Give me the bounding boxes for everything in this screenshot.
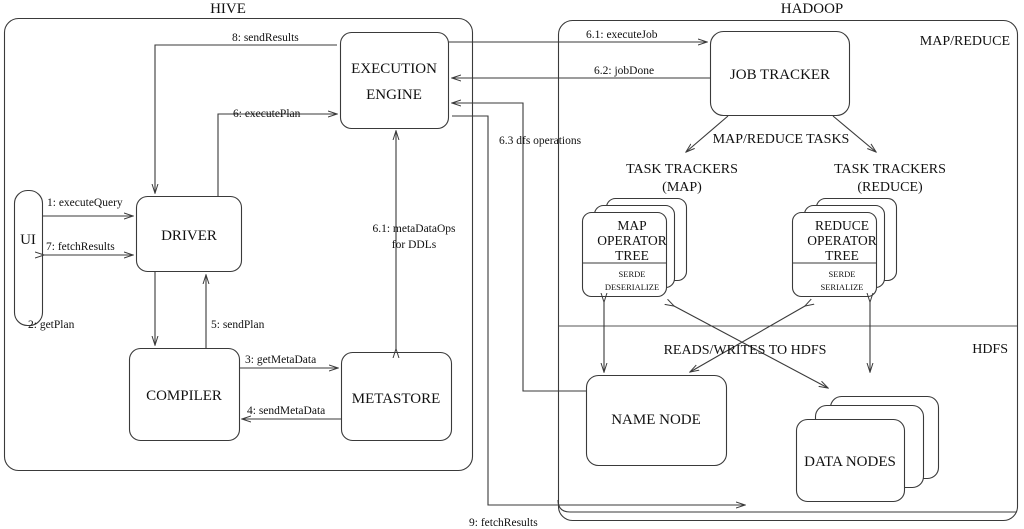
map-operator-tree-line2: OPERATOR (597, 233, 667, 248)
msg-fetch-results-hdfs: 9: fetchResults (469, 517, 538, 529)
hadoop-zone-label: HADOOP (781, 1, 844, 17)
msg-execute-query: 1: executeQuery (47, 197, 123, 209)
execution-engine-label-line2: ENGINE (366, 87, 422, 103)
mapreduce-zone-label: MAP/REDUCE (920, 34, 1010, 49)
msg-fetch-results: 7: fetchResults (46, 241, 115, 253)
reduce-operator-tree-line2: OPERATOR (807, 233, 877, 248)
diagram-canvas: HIVE HADOOP MAP/REDUCE HDFS UI DRIVER CO… (0, 0, 1024, 529)
task-trackers-map-label-line2: (MAP) (662, 180, 702, 195)
driver-label: DRIVER (161, 228, 217, 244)
msg-map-reduce-tasks: MAP/REDUCE TASKS (713, 132, 850, 147)
task-trackers-map-label-line1: TASK TRACKERS (626, 162, 738, 177)
msg-metadata-ops-line2: for DDLs (392, 239, 437, 251)
execution-engine-label-line1: EXECUTION (351, 61, 437, 77)
task-trackers-reduce-label-line1: TASK TRACKERS (834, 162, 946, 177)
metastore-label: METASTORE (352, 391, 441, 407)
msg-dfs-operations: 6.3 dfs operations (499, 135, 582, 147)
msg-get-plan: 2: getPlan (28, 319, 75, 331)
map-operator-tree-line3: TREE (615, 248, 649, 263)
reduce-operator-tree-line1: REDUCE (815, 218, 869, 233)
task-trackers-reduce-label-line2: (REDUCE) (857, 180, 923, 195)
ui-label: UI (20, 232, 36, 248)
map-operator-tree-line1: MAP (617, 218, 646, 233)
msg-get-metadata: 3: getMetaData (245, 354, 316, 366)
msg-execute-job: 6.1: executeJob (586, 29, 658, 41)
msg-send-metadata: 4: sendMetaData (247, 405, 325, 417)
msg-send-results: 8: sendResults (232, 32, 299, 44)
hdfs-zone-label: HDFS (972, 342, 1008, 357)
msg-execute-plan: 6: executePlan (233, 108, 301, 120)
ui-box[interactable] (13, 189, 44, 327)
hive-zone-label: HIVE (210, 1, 246, 17)
data-nodes-label: DATA NODES (804, 454, 896, 470)
msg-reads-writes-hdfs: READS/WRITES TO HDFS (664, 343, 827, 358)
name-node-label: NAME NODE (611, 412, 701, 428)
map-serde-line2: DESERIALIZE (605, 282, 659, 292)
reduce-serde-line2: SERIALIZE (821, 282, 864, 292)
reduce-serde-line1: SERDE (829, 269, 856, 279)
execution-engine-box[interactable] (339, 31, 450, 130)
compiler-label: COMPILER (146, 388, 222, 404)
map-serde-line1: SERDE (619, 269, 646, 279)
reduce-operator-tree-line3: TREE (825, 248, 859, 263)
msg-job-done: 6.2: jobDone (594, 65, 654, 77)
msg-send-plan: 5: sendPlan (211, 319, 265, 331)
job-tracker-label: JOB TRACKER (730, 67, 830, 83)
msg-metadata-ops-line1: 6.1: metaDataOps (372, 223, 456, 235)
